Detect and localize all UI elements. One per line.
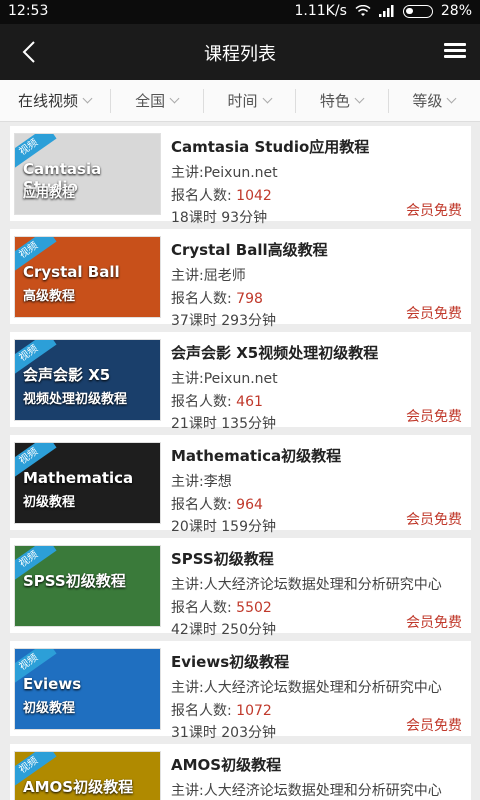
enroll-count: 报名人数: 1072 — [171, 700, 272, 720]
course-duration: 21课时 135分钟 — [171, 416, 276, 432]
thumbnail-subtitle: 应用教程 — [23, 186, 76, 201]
status-right: 1.11K/s 28% — [295, 3, 473, 19]
page-title: 课程列表 — [204, 44, 276, 65]
enroll-number: 798 — [236, 291, 263, 307]
course-title: Camtasia Studio应用教程 — [171, 138, 370, 156]
thumbnail-subtitle: 高级教程 — [23, 289, 76, 304]
filter-level[interactable]: 等级 — [387, 80, 480, 121]
course-teacher: 主讲:屈老师 — [171, 268, 246, 284]
course-card[interactable]: 视频 Crystal Ball 高级教程 Crystal Ball高级教程 主讲… — [10, 229, 471, 329]
course-title: Mathematica初级教程 — [171, 447, 342, 465]
filter-feature[interactable]: 特色 — [295, 80, 387, 121]
filter-region[interactable]: 全国 — [110, 80, 202, 121]
enroll-label: 报名人数: — [171, 188, 237, 204]
chevron-down-icon — [354, 93, 365, 104]
enroll-number: 1072 — [236, 703, 272, 719]
course-card[interactable]: 视频 AMOS初级教程 AMOS初级教程 主讲:人大经济论坛数据处理和分析研究中… — [10, 744, 471, 800]
price-badge: 会员免费 — [406, 409, 462, 425]
course-teacher: 主讲:人大经济论坛数据处理和分析研究中心 — [171, 783, 442, 799]
course-thumbnail: 视频 SPSS初级教程 — [14, 545, 161, 627]
filter-time[interactable]: 时间 — [202, 80, 295, 121]
enroll-label: 报名人数: — [171, 394, 237, 410]
course-thumbnail: 视频 AMOS初级教程 — [14, 751, 161, 800]
course-card[interactable]: 视频 Mathematica 初级教程 Mathematica初级教程 主讲:李… — [10, 435, 471, 535]
battery-icon — [402, 4, 433, 18]
course-thumbnail: 视频 Crystal Ball 高级教程 — [14, 236, 161, 318]
course-card[interactable]: 视频 SPSS初级教程 SPSS初级教程 主讲:人大经济论坛数据处理和分析研究中… — [10, 538, 471, 638]
enroll-number: 5502 — [236, 600, 272, 616]
course-duration: 20课时 159分钟 — [171, 519, 276, 535]
chevron-down-icon — [262, 93, 272, 104]
enroll-label: 报名人数: — [171, 600, 237, 616]
price-badge: 会员免费 — [406, 512, 462, 528]
course-duration: 42课时 250分钟 — [171, 622, 276, 638]
course-teacher: 主讲:Peixun.net — [171, 165, 278, 181]
price-badge: 会员免费 — [406, 306, 462, 322]
course-card[interactable]: 视频 Camtasia Studio 应用教程 Camtasia Studio应… — [10, 126, 471, 226]
battery-level: 28% — [440, 3, 472, 19]
thumbnail-title: Crystal Ball — [23, 263, 120, 281]
course-title: 会声会影 X5视频处理初级教程 — [171, 344, 379, 362]
wifi-icon — [355, 5, 371, 16]
chevron-down-icon — [169, 93, 180, 104]
status-time: 12:53 — [8, 3, 49, 19]
course-thumbnail: 视频 Camtasia Studio 应用教程 — [14, 133, 161, 215]
filter-online-video[interactable]: 在线视频 — [0, 80, 110, 121]
course-title: SPSS初级教程 — [171, 550, 274, 568]
thumbnail-title: Eviews — [23, 675, 82, 693]
course-title: Eviews初级教程 — [171, 653, 290, 671]
enroll-count: 报名人数: 798 — [171, 288, 263, 308]
course-teacher: 主讲:Peixun.net — [171, 371, 278, 387]
course-thumbnail: 视频 Mathematica 初级教程 — [14, 442, 161, 524]
price-badge: 会员免费 — [406, 615, 462, 631]
hamburger-menu-icon[interactable] — [444, 43, 466, 61]
course-duration: 18课时 93分钟 — [171, 210, 268, 226]
thumbnail-title: AMOS初级教程 — [23, 778, 134, 796]
price-badge: 会员免费 — [406, 718, 462, 734]
enroll-number: 461 — [236, 394, 263, 410]
course-title: AMOS初级教程 — [171, 756, 282, 774]
enroll-count: 报名人数: 461 — [171, 391, 263, 411]
thumbnail-subtitle: 初级教程 — [23, 701, 76, 716]
course-card[interactable]: 视频 Eviews 初级教程 Eviews初级教程 主讲:人大经济论坛数据处理和… — [10, 641, 471, 741]
price-badge: 会员免费 — [406, 203, 462, 219]
enroll-count: 报名人数: 5502 — [171, 597, 272, 617]
thumbnail-subtitle: 初级教程 — [23, 495, 76, 510]
thumbnail-title: 会声会影 X5 — [23, 366, 111, 384]
course-duration: 37课时 293分钟 — [171, 313, 276, 329]
course-teacher: 主讲:人大经济论坛数据处理和分析研究中心 — [171, 577, 442, 593]
thumbnail-title: Mathematica — [23, 469, 134, 487]
nav-bar: 课程列表 — [0, 24, 480, 80]
enroll-count: 报名人数: 1042 — [171, 185, 272, 205]
course-thumbnail: 视频 会声会影 X5 视频处理初级教程 — [14, 339, 161, 421]
filter-bar: 在线视频 全国 时间 特色 等级 — [0, 80, 480, 122]
enroll-label: 报名人数: — [171, 497, 237, 513]
course-thumbnail: 视频 Eviews 初级教程 — [14, 648, 161, 730]
course-teacher: 主讲:人大经济论坛数据处理和分析研究中心 — [171, 680, 442, 696]
enroll-number: 964 — [236, 497, 263, 513]
thumbnail-subtitle: 视频处理初级教程 — [23, 392, 128, 407]
chevron-down-icon — [82, 93, 93, 104]
course-teacher: 主讲:李想 — [171, 474, 232, 490]
thumbnail-title: SPSS初级教程 — [23, 572, 126, 590]
enroll-count: 报名人数: 964 — [171, 494, 263, 514]
signal-icon — [378, 5, 394, 17]
course-duration: 31课时 203分钟 — [171, 725, 276, 741]
course-title: Crystal Ball高级教程 — [171, 241, 328, 259]
enroll-number: 1042 — [236, 188, 272, 204]
network-speed: 1.11K/s — [294, 3, 347, 19]
chevron-down-icon — [446, 93, 457, 104]
status-bar: 12:53 1.11K/s 28% — [0, 0, 480, 24]
enroll-label: 报名人数: — [171, 703, 237, 719]
enroll-label: 报名人数: — [171, 291, 237, 307]
course-list: 视频 Camtasia Studio 应用教程 Camtasia Studio应… — [0, 122, 480, 800]
course-card[interactable]: 视频 会声会影 X5 视频处理初级教程 会声会影 X5视频处理初级教程 主讲:P… — [10, 332, 471, 432]
